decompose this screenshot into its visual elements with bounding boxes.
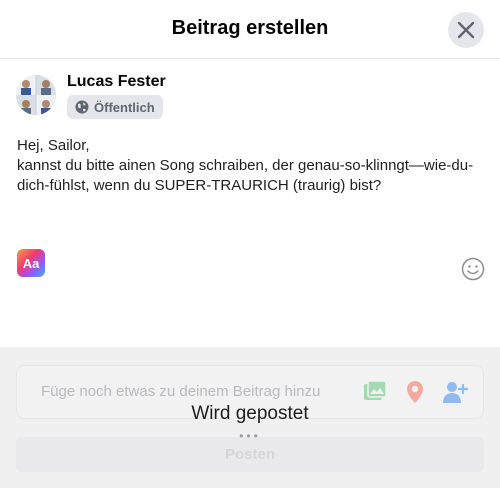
emoji-button[interactable] bbox=[461, 257, 485, 281]
author-name[interactable]: Lucas Fester bbox=[67, 73, 166, 91]
add-to-post-label: Füge noch etwas zu deinem Beitrag hinzu bbox=[41, 383, 321, 400]
post-button-label: Posten bbox=[224, 446, 275, 463]
audience-label: Öffentlich bbox=[94, 99, 155, 115]
close-button[interactable] bbox=[448, 12, 484, 48]
text-format-label: Aa bbox=[22, 255, 40, 271]
loading-dots: ••• bbox=[239, 429, 261, 443]
photo-icon[interactable] bbox=[362, 379, 388, 405]
text-background-button[interactable]: Aa bbox=[17, 249, 45, 277]
close-icon bbox=[457, 21, 475, 39]
location-pin-icon[interactable] bbox=[402, 379, 428, 405]
avatar bbox=[16, 75, 56, 115]
dialog-header: Beitrag erstellen bbox=[0, 0, 500, 59]
post-text-input[interactable]: Hej, Sailor, kannst du bitte ainen Song … bbox=[17, 136, 487, 196]
posting-status: Wird gepostet bbox=[191, 403, 309, 424]
audience-selector[interactable]: Öffentlich bbox=[67, 95, 163, 119]
globe-icon bbox=[75, 100, 89, 114]
smiley-icon bbox=[461, 257, 485, 281]
dialog-title: Beitrag erstellen bbox=[171, 17, 329, 39]
tag-people-icon[interactable] bbox=[442, 379, 468, 405]
